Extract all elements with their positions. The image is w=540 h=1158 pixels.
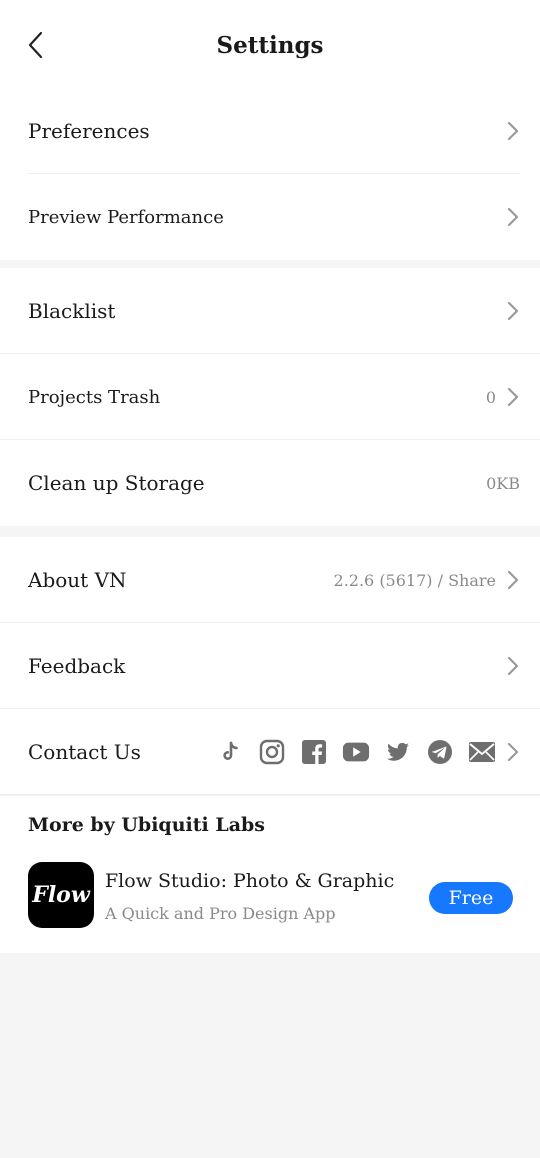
preferences-label: Preferences: [28, 119, 150, 143]
page-title: Settings: [216, 32, 324, 59]
contact-us-row[interactable]: Contact Us: [0, 709, 540, 795]
projects-trash-row[interactable]: Projects Trash 0: [0, 354, 540, 440]
row-divider: [0, 794, 540, 795]
top-bar: Settings: [0, 0, 540, 92]
version-share-text: 2.2.6 (5617) / Share: [333, 570, 496, 590]
storage-size: 0KB: [486, 473, 520, 493]
contact-us-label: Contact Us: [28, 740, 141, 764]
chevron-right-icon: [507, 656, 519, 676]
tiktok-icon[interactable]: [216, 738, 244, 766]
settings-group-general: Preferences Preview Performance: [0, 88, 540, 260]
clean-up-storage-row[interactable]: Clean up Storage 0KB: [0, 440, 540, 526]
preview-performance-row[interactable]: Preview Performance: [0, 174, 540, 260]
chevron-right-icon: [507, 207, 519, 227]
email-icon[interactable]: [468, 738, 496, 766]
instagram-icon[interactable]: [258, 738, 286, 766]
blacklist-label: Blacklist: [28, 299, 116, 323]
about-vn-row[interactable]: About VN 2.2.6 (5617) / Share: [0, 537, 540, 623]
youtube-icon[interactable]: [342, 738, 370, 766]
chevron-right-icon: [507, 301, 519, 321]
twitter-icon[interactable]: [384, 738, 412, 766]
clean-up-storage-label: Clean up Storage: [28, 471, 205, 495]
projects-trash-label: Projects Trash: [28, 386, 161, 408]
blacklist-row[interactable]: Blacklist: [0, 268, 540, 354]
app-name[interactable]: Flow Studio: Photo & Graphic: [105, 870, 394, 892]
facebook-icon[interactable]: [300, 738, 328, 766]
social-links: [216, 738, 496, 766]
chevron-right-icon: [507, 570, 519, 590]
more-apps-title: More by Ubiquiti Labs: [28, 814, 266, 836]
flow-app-icon[interactable]: Flow: [28, 862, 94, 928]
feedback-row[interactable]: Feedback: [0, 623, 540, 709]
app-subtitle: A Quick and Pro Design App: [105, 904, 336, 923]
app-icon-logo: Flow: [32, 882, 90, 908]
chevron-right-icon: [507, 387, 519, 407]
telegram-icon[interactable]: [426, 738, 454, 766]
preview-performance-label: Preview Performance: [28, 206, 224, 228]
chevron-right-icon: [507, 121, 519, 141]
chevron-right-icon: [507, 742, 519, 762]
settings-group-storage: Blacklist Projects Trash 0 Clean up Stor…: [0, 268, 540, 526]
settings-group-about: About VN 2.2.6 (5617) / Share Feedback C…: [0, 537, 540, 795]
feedback-label: Feedback: [28, 654, 126, 678]
preferences-row[interactable]: Preferences: [0, 88, 540, 174]
more-apps-section: More by Ubiquiti Labs Flow Flow Studio: …: [0, 796, 540, 953]
get-app-button[interactable]: Free: [429, 882, 513, 914]
about-vn-label: About VN: [28, 568, 127, 592]
trash-count: 0: [485, 387, 496, 407]
